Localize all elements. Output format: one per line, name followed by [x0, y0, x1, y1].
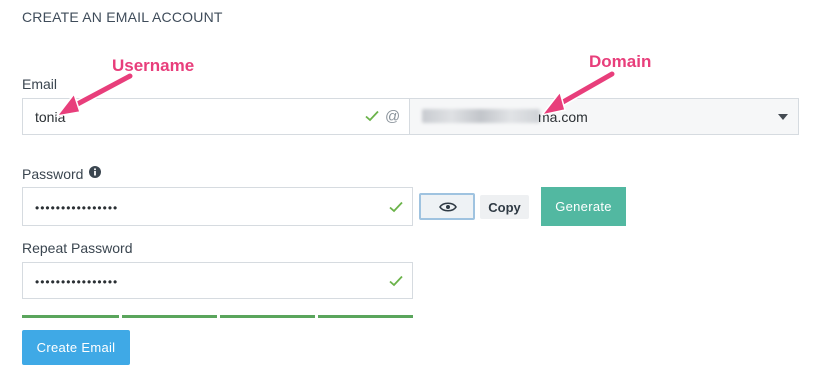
password-label: Password: [22, 166, 83, 182]
password-value: ••••••••••••••••: [35, 201, 119, 215]
check-icon: [389, 201, 403, 213]
repeat-password-input[interactable]: ••••••••••••••••: [22, 262, 413, 299]
check-icon: [389, 275, 403, 287]
strength-meter-segment: [220, 315, 315, 318]
form-title: CREATE AN EMAIL ACCOUNT: [22, 9, 223, 25]
strength-meter-segment: [122, 315, 217, 318]
at-icon: @: [385, 108, 401, 125]
eye-icon: [439, 201, 457, 213]
password-label-text: Password: [22, 166, 84, 182]
check-icon: [365, 110, 379, 122]
repeat-password-label: Repeat Password: [22, 240, 133, 256]
generate-button[interactable]: Generate: [541, 187, 626, 226]
username-arrow-icon: [55, 72, 134, 118]
strength-meter-segment: [22, 315, 119, 318]
repeat-password-value: ••••••••••••••••: [35, 275, 119, 289]
password-input[interactable]: ••••••••••••••••: [22, 187, 413, 226]
info-icon[interactable]: [89, 166, 101, 178]
domain-arrow-icon: [540, 70, 616, 117]
create-email-button[interactable]: Create Email: [22, 330, 130, 365]
blurred-domain-prefix: [422, 109, 540, 123]
strength-meter-segment: [318, 315, 413, 318]
show-password-button[interactable]: [419, 193, 475, 220]
copy-button[interactable]: Copy: [480, 195, 529, 219]
caret-down-icon: [778, 114, 788, 120]
